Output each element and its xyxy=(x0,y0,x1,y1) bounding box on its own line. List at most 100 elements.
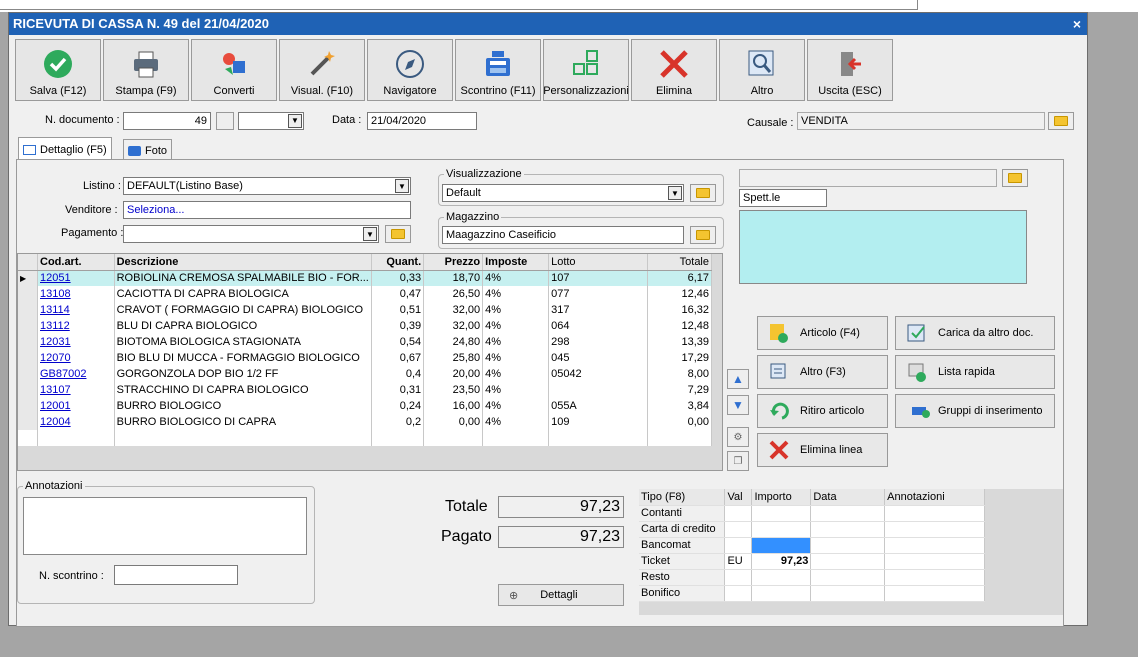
pay-annotazioni[interactable] xyxy=(884,521,985,538)
cell-codart[interactable]: 12070 xyxy=(37,350,115,366)
table-row[interactable]: 12004 BURRO BIOLOGICO DI CAPRA 0,2 0,00 4% 10… xyxy=(18,414,713,430)
cell-codart[interactable]: 13107 xyxy=(37,382,115,398)
pay-val[interactable]: EU xyxy=(724,553,753,570)
col-imposte[interactable]: Imposte xyxy=(482,254,550,271)
col-totale[interactable]: Totale xyxy=(647,254,713,271)
move-down-button[interactable]: ▼ xyxy=(727,395,749,415)
pay-importo[interactable] xyxy=(751,569,812,586)
pay-val[interactable] xyxy=(724,521,753,538)
print-button[interactable]: Stampa (F9) xyxy=(103,39,189,101)
causale-folder-button[interactable] xyxy=(1048,112,1074,130)
row-indicator[interactable] xyxy=(18,334,38,350)
settings-small-button[interactable]: ⚙ xyxy=(727,427,749,447)
annotazioni-textarea[interactable] xyxy=(23,497,307,555)
cell-lotto[interactable]: 045 xyxy=(548,350,648,366)
cell-lotto[interactable]: 064 xyxy=(548,318,648,334)
pay-val[interactable] xyxy=(724,505,753,522)
cell-prezzo[interactable]: 0,00 xyxy=(423,414,484,430)
cell-totale[interactable]: 12,48 xyxy=(647,318,713,334)
cell-descrizione[interactable]: GORGONZOLA DOP BIO 1/2 FF xyxy=(114,366,372,382)
cell-lotto[interactable] xyxy=(548,382,648,398)
cell-quant[interactable]: 0,2 xyxy=(371,414,425,430)
dettagli-button[interactable]: ⊕ Dettagli xyxy=(498,584,624,606)
cell-totale[interactable]: 6,17 xyxy=(647,270,713,286)
row-indicator[interactable] xyxy=(18,302,38,318)
articolo-button[interactable]: Articolo (F4) xyxy=(757,316,888,350)
cell-prezzo[interactable]: 20,00 xyxy=(423,366,484,382)
cell-prezzo[interactable]: 25,80 xyxy=(423,350,484,366)
cell-lotto[interactable]: 05042 xyxy=(548,366,648,382)
table-row[interactable]: 12001 BURRO BIOLOGICO 0,24 16,00 4% 055A 3,84 xyxy=(18,398,713,414)
row-indicator[interactable] xyxy=(18,286,38,302)
cell-descrizione[interactable]: CACIOTTA DI CAPRA BIOLOGICA xyxy=(114,286,372,302)
gruppi-button[interactable]: Gruppi di inserimento xyxy=(895,394,1055,428)
listino-select[interactable]: DEFAULT(Listino Base) xyxy=(123,177,411,195)
pay-val[interactable] xyxy=(724,569,753,586)
chevron-down-icon[interactable]: ▼ xyxy=(395,179,409,193)
cell-prezzo[interactable]: 23,50 xyxy=(423,382,484,398)
visual-button[interactable]: Visual. (F10) xyxy=(279,39,365,101)
cell-lotto[interactable]: 298 xyxy=(548,334,648,350)
cell-codart[interactable]: 12031 xyxy=(37,334,115,350)
cell-descrizione[interactable]: STRACCHINO DI CAPRA BIOLOGICO xyxy=(114,382,372,398)
payment-row[interactable]: Contanti xyxy=(639,505,985,522)
table-row[interactable]: 13108 CACIOTTA DI CAPRA BIOLOGICA 0,47 26,5… xyxy=(18,286,713,302)
payment-row[interactable]: Ticket EU 97,23 xyxy=(639,553,985,570)
ndoc-input[interactable]: 49 xyxy=(123,112,211,130)
chevron-down-icon[interactable]: ▼ xyxy=(668,186,682,200)
cell-imposte[interactable]: 4% xyxy=(482,366,550,382)
convert-button[interactable]: Converti xyxy=(191,39,277,101)
col-descrizione[interactable]: Descrizione xyxy=(114,254,372,271)
cell-prezzo[interactable]: 32,00 xyxy=(423,302,484,318)
cell-descrizione[interactable]: BLU DI CAPRA BIOLOGICO xyxy=(114,318,372,334)
ritiro-button[interactable]: Ritiro articolo xyxy=(757,394,888,428)
pagamento-folder-button[interactable] xyxy=(385,225,411,243)
cell-quant[interactable]: 0,67 xyxy=(371,350,425,366)
row-indicator[interactable] xyxy=(18,350,38,366)
empty-row[interactable] xyxy=(18,430,713,446)
pay-annotazioni[interactable] xyxy=(884,569,985,586)
col-prezzo[interactable]: Prezzo xyxy=(423,254,484,271)
payment-row[interactable]: Bonifico xyxy=(639,585,985,602)
cell-descrizione[interactable]: BIO BLU DI MUCCA - FORMAGGIO BIOLOGICO xyxy=(114,350,372,366)
cell-totale[interactable]: 13,39 xyxy=(647,334,713,350)
cell-totale[interactable]: 0,00 xyxy=(647,414,713,430)
cell-prezzo[interactable]: 26,50 xyxy=(423,286,484,302)
pay-data[interactable] xyxy=(810,521,886,538)
cell-quant[interactable]: 0,39 xyxy=(371,318,425,334)
cell-totale[interactable]: 16,32 xyxy=(647,302,713,318)
save-button[interactable]: Salva (F12) xyxy=(15,39,101,101)
cell-descrizione[interactable]: BURRO BIOLOGICO xyxy=(114,398,372,414)
ndoc-suffix-select[interactable]: ▼ xyxy=(238,112,304,130)
pagamento-select[interactable] xyxy=(123,225,379,243)
cell-descrizione[interactable]: ROBIOLINA CREMOSA SPALMABILE BIO - FOR..… xyxy=(114,270,372,286)
cell-quant[interactable]: 0,31 xyxy=(371,382,425,398)
cell-totale[interactable]: 3,84 xyxy=(647,398,713,414)
cell-codart[interactable]: 12004 xyxy=(37,414,115,430)
move-up-button[interactable]: ▲ xyxy=(727,369,749,389)
table-row[interactable]: ▶ 12051 ROBIOLINA CREMOSA SPALMABILE BIO -… xyxy=(18,270,713,286)
cell-totale[interactable]: 12,46 xyxy=(647,286,713,302)
pay-val[interactable] xyxy=(724,585,753,602)
cell-quant[interactable]: 0,47 xyxy=(371,286,425,302)
pay-data[interactable] xyxy=(810,505,886,522)
cell-codart[interactable]: 12001 xyxy=(37,398,115,414)
pay-annotazioni[interactable] xyxy=(884,553,985,570)
copy-small-button[interactable]: ❐ xyxy=(727,451,749,471)
row-indicator[interactable] xyxy=(18,318,38,334)
payment-row[interactable]: Resto xyxy=(639,569,985,586)
cell-descrizione[interactable]: BURRO BIOLOGICO DI CAPRA xyxy=(114,414,372,430)
cliente-folder-button[interactable] xyxy=(1002,169,1028,187)
table-row[interactable]: 13112 BLU DI CAPRA BIOLOGICO 0,39 32,00 4% 06… xyxy=(18,318,713,334)
visualizzazione-folder-button[interactable] xyxy=(690,184,716,202)
pay-col-tipo[interactable]: Tipo (F8) xyxy=(639,489,726,506)
pay-importo[interactable]: 97,23 xyxy=(751,553,812,570)
cell-totale[interactable]: 7,29 xyxy=(647,382,713,398)
lista-rapida-button[interactable]: Lista rapida xyxy=(895,355,1055,389)
cell-quant[interactable]: 0,24 xyxy=(371,398,425,414)
cell-totale[interactable]: 17,29 xyxy=(647,350,713,366)
table-row[interactable]: GB87002 GORGONZOLA DOP BIO 1/2 FF 0,4 20,00… xyxy=(18,366,713,382)
cell-imposte[interactable]: 4% xyxy=(482,286,550,302)
cell-quant[interactable]: 0,54 xyxy=(371,334,425,350)
pay-annotazioni[interactable] xyxy=(884,505,985,522)
